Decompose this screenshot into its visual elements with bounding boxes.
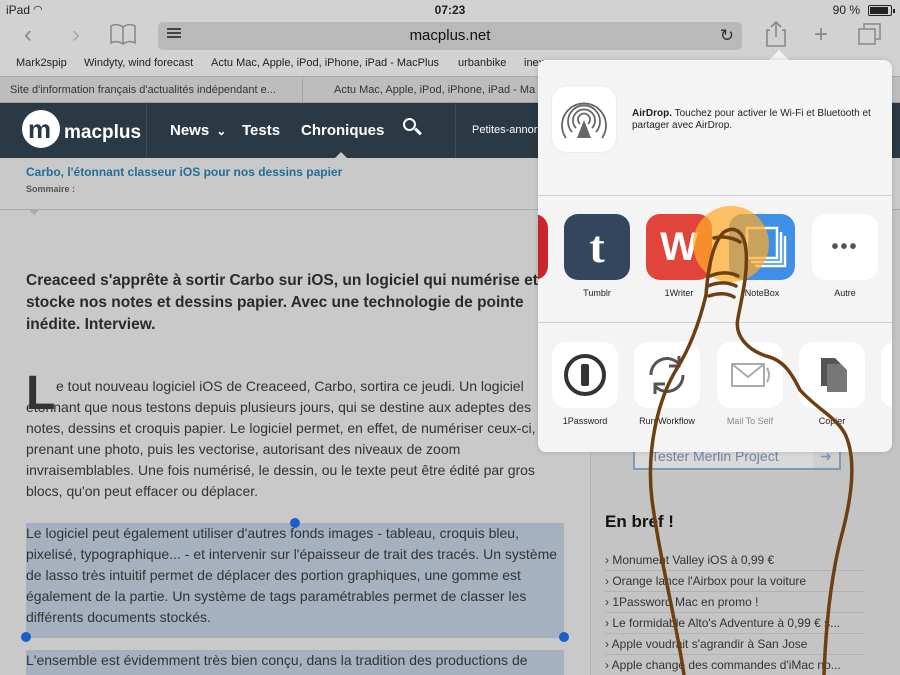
more-icon: ••• bbox=[812, 214, 878, 280]
status-bar: iPad ◠ 07:23 90 % bbox=[0, 0, 900, 20]
share-app-1writer[interactable]: W 1Writer bbox=[644, 214, 714, 298]
en-bref-heading: En bref ! bbox=[605, 512, 674, 531]
share-divider bbox=[538, 195, 892, 196]
bookmark-item[interactable]: Actu Mac, Apple, iPod, iPhone, iPad - Ma… bbox=[211, 57, 439, 69]
article-body: Creaceed s'apprête à sortir Carbo sur iO… bbox=[0, 210, 590, 675]
browser-toolbar: ‹ › macplus.net ↻ + bbox=[0, 20, 900, 54]
nav-divider bbox=[146, 103, 147, 158]
forward-icon[interactable]: › bbox=[72, 22, 80, 48]
tab-site-info[interactable]: Site d'information français d'actualités… bbox=[0, 77, 303, 103]
brief-item[interactable]: › Orange lance l'Airbox pour la voiture bbox=[605, 571, 865, 592]
share-action-run-workflow[interactable]: Run Workflow bbox=[632, 342, 702, 426]
share-action-label: Copier bbox=[818, 416, 846, 426]
popover-arrow bbox=[769, 50, 789, 60]
brief-item[interactable]: › Le formidable Alto's Adventure à 0,99 … bbox=[605, 613, 865, 634]
share-action-label: N bbox=[879, 416, 892, 426]
new-tab-icon[interactable]: + bbox=[814, 22, 828, 48]
share-divider bbox=[538, 322, 892, 323]
copy-icon bbox=[799, 342, 865, 408]
tumblr-icon: t bbox=[564, 214, 630, 280]
brief-item[interactable]: › Apple voudrait s'agrandir à San Jose bbox=[605, 634, 865, 655]
share-action-mail-to-self[interactable]: Mail To Self bbox=[715, 342, 785, 426]
1password-icon bbox=[552, 342, 618, 408]
share-action-label: Run Workflow bbox=[639, 416, 695, 426]
brief-item[interactable]: › Monument Valley iOS à 0,99 € bbox=[605, 550, 865, 571]
bookmark-item[interactable]: Mark2spip bbox=[16, 57, 67, 69]
notebox-icon bbox=[729, 214, 795, 280]
share-app-more[interactable]: ••• Autre bbox=[810, 214, 880, 298]
selection-handle-end[interactable] bbox=[559, 632, 569, 642]
search-icon[interactable] bbox=[403, 118, 423, 138]
share-app-notebox[interactable]: NoteBox bbox=[727, 214, 797, 298]
bookmark-item[interactable]: Windyty, wind forecast bbox=[84, 57, 193, 69]
battery-icon bbox=[868, 5, 895, 16]
bookmark-item[interactable]: urbanbike bbox=[458, 57, 506, 69]
selection-handle-start[interactable] bbox=[290, 518, 300, 528]
share-action-partial-icon bbox=[881, 342, 892, 408]
logo-letter: m bbox=[28, 114, 52, 144]
airdrop-description: AirDrop. Touchez pour activer le Wi-Fi e… bbox=[632, 108, 871, 131]
share-app-label: 1Writer bbox=[664, 288, 694, 298]
share-app-partial-icon[interactable] bbox=[538, 214, 548, 280]
nav-news-label: News bbox=[170, 122, 210, 139]
nav-divider bbox=[455, 103, 456, 158]
article-paragraph: e tout nouveau logiciel iOS de Creaceed,… bbox=[26, 378, 555, 499]
share-app-label: Autre bbox=[834, 288, 856, 298]
share-sheet: AirDrop. Touchez pour activer le Wi-Fi e… bbox=[538, 60, 892, 452]
url-text: macplus.net bbox=[409, 27, 491, 44]
address-bar[interactable]: macplus.net ↻ bbox=[158, 22, 742, 50]
brief-item[interactable]: › Apple change des commandes d'iMac no..… bbox=[605, 655, 865, 675]
tabs-icon[interactable] bbox=[858, 23, 882, 51]
article-paragraph: L'ensemble est évidemment très bien conç… bbox=[26, 652, 528, 668]
share-app-label: Tumblr bbox=[583, 288, 611, 298]
share-action-1password[interactable]: 1Password bbox=[550, 342, 620, 426]
reload-icon[interactable]: ↻ bbox=[720, 26, 734, 46]
brief-item[interactable]: › 1Password Mac en promo ! bbox=[605, 592, 865, 613]
airdrop-icon[interactable] bbox=[552, 86, 616, 152]
chevron-down-icon: ⌄ bbox=[216, 124, 227, 138]
article-paragraph-selected[interactable]: Le logiciel peut également utiliser d'au… bbox=[26, 523, 566, 628]
nav-petites-annonces[interactable]: Petites-annon bbox=[472, 124, 540, 136]
share-icon[interactable] bbox=[765, 20, 787, 53]
workflow-icon bbox=[634, 342, 700, 408]
sommaire-label[interactable]: Sommaire : bbox=[26, 184, 75, 194]
share-app-tumblr[interactable]: t Tumblr bbox=[562, 214, 632, 298]
share-action-label: 1Password bbox=[562, 416, 608, 426]
mail-icon bbox=[717, 342, 783, 408]
nav-chroniques[interactable]: Chroniques bbox=[301, 122, 384, 139]
clock: 07:23 bbox=[434, 3, 466, 17]
share-action-partial[interactable]: N bbox=[879, 342, 892, 426]
share-action-copy[interactable]: Copier bbox=[797, 342, 867, 426]
battery-percent: 90 % bbox=[832, 3, 860, 17]
article-title-link[interactable]: Carbo, l'étonnant classeur iOS pour nos … bbox=[26, 165, 342, 179]
share-action-label: Mail To Self bbox=[726, 416, 774, 426]
bookmarks-icon[interactable] bbox=[110, 23, 136, 51]
share-app-label: NoteBox bbox=[744, 288, 780, 298]
logo-word: macplus bbox=[64, 122, 142, 143]
article-lead: Creaceed s'apprête à sortir Carbo sur iO… bbox=[26, 272, 538, 333]
1writer-icon: W bbox=[646, 214, 712, 280]
nav-news[interactable]: News ⌄ bbox=[170, 122, 226, 139]
selection-handle-left[interactable] bbox=[21, 632, 31, 642]
nav-tests[interactable]: Tests bbox=[242, 122, 280, 139]
back-icon[interactable]: ‹ bbox=[24, 22, 32, 48]
